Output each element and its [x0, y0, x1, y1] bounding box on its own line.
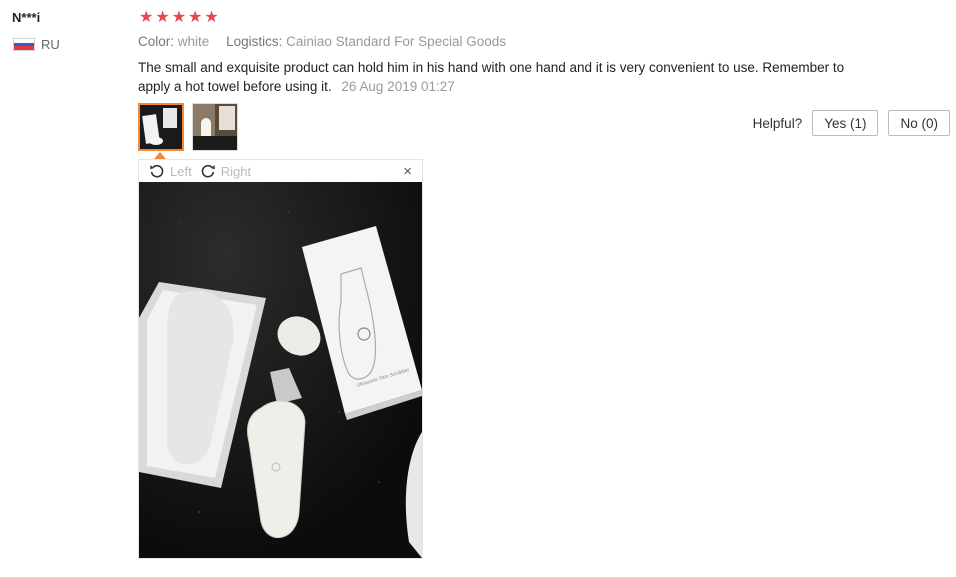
- rotate-left-control[interactable]: Left: [149, 163, 192, 179]
- logistics-label: Logistics:: [226, 34, 283, 49]
- photo-thumbnail-image: [140, 105, 182, 149]
- photo-thumbnail-image: [193, 104, 237, 150]
- order-info: Color: white Logistics: Cainiao Standard…: [138, 34, 506, 49]
- rotate-right-control[interactable]: Right: [200, 163, 251, 179]
- helpful-section: Helpful? Yes (1) No (0): [753, 110, 950, 136]
- rotate-left-label: Left: [170, 163, 192, 179]
- logistics-value: Cainiao Standard For Special Goods: [286, 34, 506, 49]
- review-photos: [138, 103, 238, 151]
- reviewer-country: RU: [13, 37, 60, 52]
- star-rating: ★ ★ ★ ★ ★: [139, 9, 219, 27]
- helpful-yes-button[interactable]: Yes (1): [812, 110, 879, 136]
- photo-viewer: Left Right × Ultrasonic Skin Scrubber: [138, 159, 423, 559]
- review-date: 26 Aug 2019 01:27: [341, 78, 455, 94]
- helpful-label: Helpful?: [752, 115, 803, 131]
- review-text-block: The small and exquisite product can hold…: [138, 59, 878, 96]
- photo-thumbnail[interactable]: [138, 103, 184, 151]
- helpful-no-button[interactable]: No (0): [888, 110, 950, 136]
- rotate-left-icon: [150, 164, 164, 178]
- star-icon: ★: [155, 9, 170, 26]
- star-icon: ★: [188, 9, 203, 26]
- reviewer-name: N***i: [12, 10, 41, 25]
- rotate-right-label: Right: [220, 163, 252, 179]
- star-icon: ★: [139, 9, 154, 26]
- viewer-toolbar: Left Right ×: [139, 160, 422, 182]
- russia-flag-icon: [13, 38, 35, 51]
- review-photo: Ultrasonic Skin Scrubber: [139, 182, 422, 558]
- active-thumbnail-pointer: [154, 152, 166, 159]
- review-text: The small and exquisite product can hold…: [138, 60, 845, 94]
- rotate-right-icon: [201, 164, 215, 178]
- star-icon: ★: [204, 9, 219, 26]
- review-item: N***i RU ★ ★ ★ ★ ★ Color: white Logistic…: [0, 0, 956, 577]
- star-icon: ★: [171, 9, 187, 26]
- color-value: white: [177, 34, 210, 49]
- color-label: Color:: [138, 34, 175, 49]
- close-icon[interactable]: ×: [403, 163, 412, 180]
- photo-thumbnail[interactable]: [192, 103, 238, 151]
- country-code: RU: [41, 37, 60, 52]
